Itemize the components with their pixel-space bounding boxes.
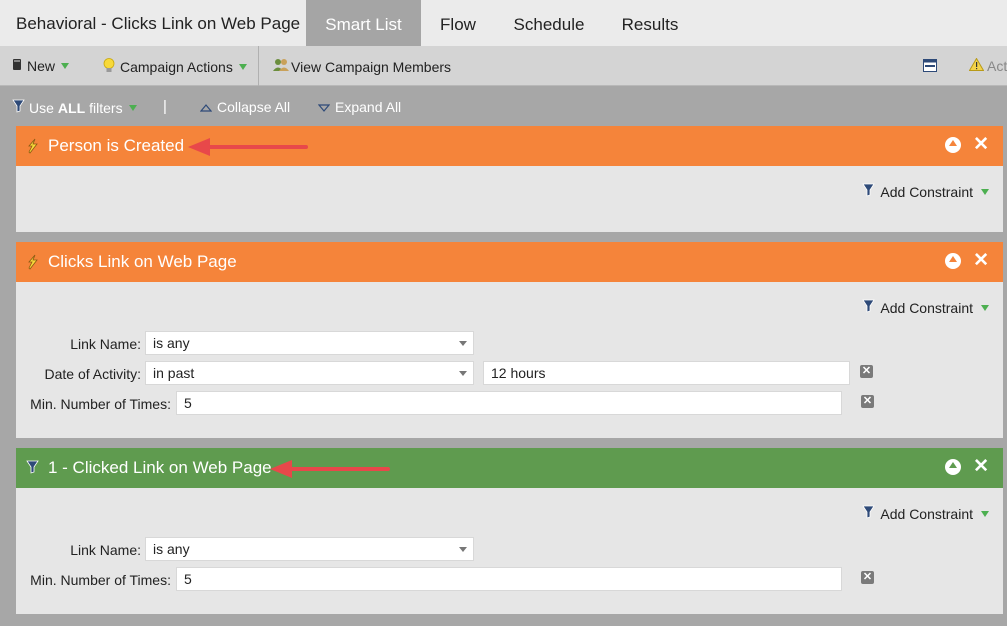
lightbulb-icon: [103, 58, 115, 76]
min-number-of-times-input[interactable]: 5: [176, 567, 842, 591]
view-campaign-members-label: View Campaign Members: [291, 58, 452, 75]
use-all-filters-menu[interactable]: Use ALL filters: [12, 99, 137, 116]
new-button[interactable]: New: [12, 58, 70, 74]
campaign-actions-button[interactable]: Campaign Actions: [103, 58, 247, 76]
link-name-label: Link Name:: [70, 542, 141, 558]
move-up-icon[interactable]: [945, 459, 962, 475]
toolbar: New Campaign Actions View Campaign Membe…: [0, 46, 1007, 86]
new-icon: [12, 58, 22, 74]
collapse-all-button[interactable]: Collapse All: [199, 99, 291, 115]
chevron-down-icon: [128, 104, 137, 111]
link-name-operator-select[interactable]: is any: [145, 537, 474, 561]
filter-funnel-icon: [862, 299, 876, 316]
expand-all-label: Expand All: [335, 99, 402, 115]
add-constraint-label: Add Constraint: [880, 183, 973, 200]
chevron-down-icon: [238, 64, 247, 70]
filter-header[interactable]: Person is Created ✕: [16, 126, 1003, 166]
close-icon[interactable]: ✕: [973, 135, 989, 154]
date-of-activity-label: Date of Activity:: [44, 366, 141, 382]
collapse-all-label: Collapse All: [217, 99, 291, 115]
chevron-down-icon: [459, 547, 467, 552]
filter-card-clicked-link-on-web-page: 1 - Clicked Link on Web Page ✕ Add Const…: [16, 448, 1003, 614]
move-up-icon[interactable]: [945, 137, 962, 153]
remove-constraint-icon[interactable]: ✕: [861, 571, 874, 584]
window-icon: [923, 59, 937, 75]
filter-options-bar: Use ALL filters | Collapse All Expand Al…: [0, 86, 1007, 126]
warning-icon: [968, 57, 985, 74]
filter-header[interactable]: Clicks Link on Web Page ✕: [16, 242, 1003, 282]
add-constraint-label: Add Constraint: [880, 299, 973, 316]
people-icon: [273, 58, 289, 75]
min-number-of-times-label: Min. Number of Times:: [30, 572, 171, 588]
tab-schedule[interactable]: Schedule: [505, 0, 593, 46]
close-icon[interactable]: ✕: [973, 251, 989, 270]
chevron-down-icon: [459, 341, 467, 346]
collapse-icon: [199, 99, 213, 115]
new-label: New: [27, 58, 56, 74]
expand-all-button[interactable]: Expand All: [317, 99, 402, 115]
add-constraint-button[interactable]: Add Constraint: [862, 299, 989, 316]
date-of-activity-value-input[interactable]: 12 hours: [483, 361, 850, 385]
date-of-activity-operator-select[interactable]: in past: [145, 361, 474, 385]
use-label: Use: [29, 99, 54, 116]
activate-label: Act: [987, 58, 1007, 74]
link-name-operator-select[interactable]: is any: [145, 331, 474, 355]
filters-label: filters: [89, 99, 123, 116]
close-icon[interactable]: ✕: [973, 457, 989, 476]
operator-value: is any: [153, 335, 190, 351]
move-up-icon[interactable]: [945, 253, 962, 269]
filter-title: Clicks Link on Web Page: [48, 252, 237, 271]
all-label: ALL: [57, 99, 86, 116]
annotation-arrow-icon: [188, 138, 308, 156]
chevron-down-icon: [61, 63, 70, 69]
chevron-down-icon: [459, 371, 467, 376]
filter-funnel-icon: [12, 99, 25, 116]
filter-title: Person is Created: [48, 136, 185, 155]
add-constraint-label: Add Constraint: [880, 505, 973, 522]
filter-header[interactable]: 1 - Clicked Link on Web Page ✕: [16, 448, 1003, 488]
chevron-down-icon: [981, 510, 989, 517]
activate-button[interactable]: Act: [968, 57, 1007, 74]
tab-bar: Behavioral - Clicks Link on Web Page Sma…: [0, 0, 1007, 46]
tab-smart-list[interactable]: Smart List: [306, 0, 421, 46]
remove-constraint-icon[interactable]: ✕: [860, 365, 873, 378]
min-number-of-times-input[interactable]: 5: [176, 391, 842, 415]
expand-icon: [317, 99, 331, 115]
remove-constraint-icon[interactable]: ✕: [861, 395, 874, 408]
filter-funnel-icon: [26, 460, 40, 476]
view-campaign-members-button[interactable]: View Campaign Members: [273, 58, 451, 75]
window-icon-button[interactable]: [923, 59, 937, 75]
chevron-down-icon: [981, 188, 989, 195]
trigger-bolt-icon: [26, 254, 40, 270]
min-number-of-times-label: Min. Number of Times:: [30, 396, 171, 412]
filter-funnel-icon: [862, 505, 876, 522]
tab-results[interactable]: Results: [611, 0, 689, 46]
filter-card-person-is-created: Person is Created ✕ Add Constraint: [16, 126, 1003, 232]
chevron-down-icon: [981, 304, 989, 311]
filter-title: 1 - Clicked Link on Web Page: [48, 458, 272, 477]
link-name-label: Link Name:: [70, 336, 141, 352]
annotation-arrow-icon: [270, 460, 390, 478]
operator-value: is any: [153, 541, 190, 557]
trigger-bolt-icon: [26, 138, 40, 154]
tab-flow[interactable]: Flow: [427, 0, 489, 46]
add-constraint-button[interactable]: Add Constraint: [862, 183, 989, 200]
separator: |: [163, 98, 167, 115]
campaign-actions-label: Campaign Actions: [120, 59, 233, 75]
filter-funnel-icon: [862, 183, 876, 200]
filter-card-clicks-link-on-web-page: Clicks Link on Web Page ✕ Add Constraint…: [16, 242, 1003, 438]
toolbar-divider: [258, 46, 259, 86]
operator-value: in past: [153, 365, 195, 381]
add-constraint-button[interactable]: Add Constraint: [862, 505, 989, 522]
program-title: Behavioral - Clicks Link on Web Page: [16, 14, 301, 33]
